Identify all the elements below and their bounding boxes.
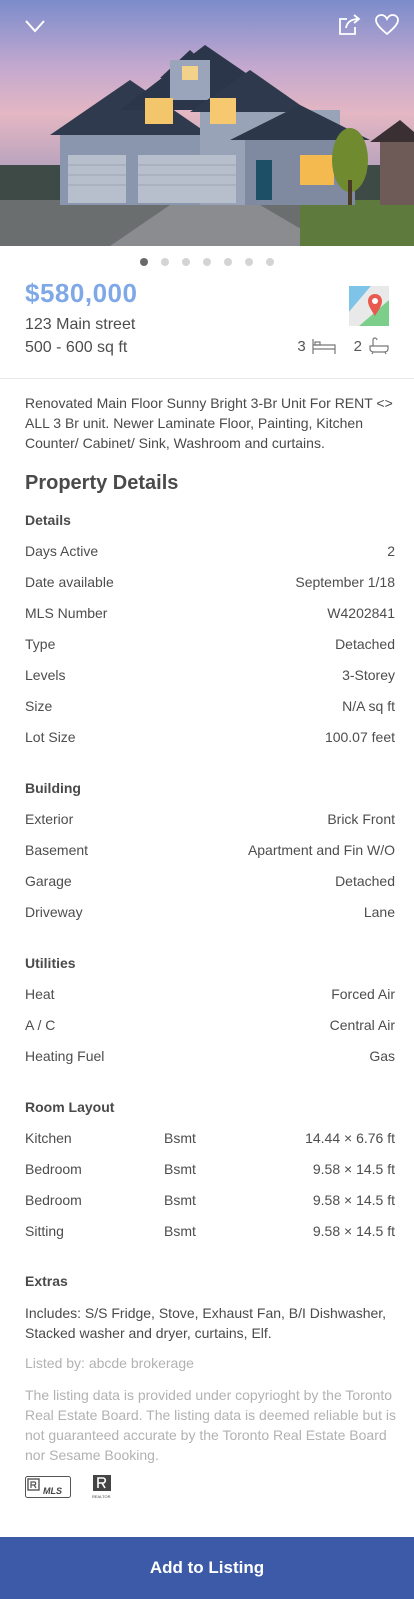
detail-row: Date available September 1/18 <box>25 574 395 594</box>
detail-value: Forced Air <box>331 986 395 1002</box>
listing-disclaimer: The listing data is provided under copyr… <box>25 1387 396 1463</box>
group-title-room-layout: Room Layout <box>25 1099 115 1115</box>
logos: MLS REALTOR <box>25 1474 113 1505</box>
detail-row: Driveway Lane <box>25 904 395 924</box>
detail-label: Driveway <box>25 904 83 920</box>
group-title-details: Details <box>25 512 71 528</box>
map-pin-icon[interactable] <box>349 286 389 326</box>
chevron-down-icon[interactable] <box>22 12 48 38</box>
detail-label: Type <box>25 636 56 652</box>
detail-value: 3-Storey <box>342 667 395 683</box>
detail-value: Gas <box>369 1048 395 1064</box>
detail-value: W4202841 <box>327 605 395 621</box>
realtor-logo-icon: REALTOR <box>91 1474 113 1505</box>
section-title-property-details: Property Details <box>25 472 179 494</box>
listing-price: $580,000 <box>25 278 138 308</box>
carousel-dot[interactable] <box>224 258 232 266</box>
room-row: Sitting Bsmt 9.58 × 14.5 ft <box>25 1223 395 1243</box>
detail-value: Detached <box>335 636 395 652</box>
carousel-dot[interactable] <box>266 258 274 266</box>
detail-label: A / C <box>25 1017 56 1033</box>
detail-label: Basement <box>25 842 89 858</box>
carousel-dot[interactable] <box>245 258 253 266</box>
listing-description: Renovated Main Floor Sunny Bright 3-Br U… <box>25 395 393 451</box>
detail-value: N/A sq ft <box>342 698 395 714</box>
extras-text: Includes: S/S Fridge, Stove, Exhaust Fan… <box>25 1305 387 1341</box>
detail-value: 100.07 feet <box>324 729 395 745</box>
group-title-utilities: Utilities <box>25 955 76 971</box>
group-title-extras: Extras <box>25 1273 68 1289</box>
room-name: Kitchen <box>25 1130 72 1146</box>
detail-value: September 1/18 <box>295 574 395 590</box>
detail-row: A / C Central Air <box>25 1017 395 1037</box>
detail-value: Lane <box>363 904 395 920</box>
listing-address: 123 Main street <box>25 316 136 333</box>
listing-size: 500 - 600 sq ft <box>25 339 128 356</box>
detail-label: Size <box>25 698 53 714</box>
detail-label: Days Active <box>25 543 99 559</box>
detail-label: Heating Fuel <box>25 1048 105 1064</box>
detail-row: Basement Apartment and Fin W/O <box>25 842 395 862</box>
room-level: Bsmt <box>164 1223 196 1239</box>
room-dimensions: 9.58 × 14.5 ft <box>312 1223 395 1239</box>
property-photo-carousel[interactable] <box>0 0 414 246</box>
room-level: Bsmt <box>164 1192 196 1208</box>
heart-icon[interactable] <box>374 12 400 38</box>
room-dimensions: 14.44 × 6.76 ft <box>305 1130 395 1146</box>
bathtub-icon <box>368 337 390 355</box>
detail-row: Garage Detached <box>25 873 395 893</box>
room-level: Bsmt <box>164 1130 196 1146</box>
baths-count: 2 <box>353 337 362 355</box>
svg-text:MLS: MLS <box>43 1486 62 1496</box>
carousel-pagination[interactable] <box>0 258 414 268</box>
listed-by: Listed by: abcde brokerage <box>25 1355 194 1371</box>
detail-row: Size N/A sq ft <box>25 698 395 718</box>
detail-row: Heating Fuel Gas <box>25 1048 395 1068</box>
detail-label: Heat <box>25 986 55 1002</box>
group-title-building: Building <box>25 780 81 796</box>
room-level: Bsmt <box>164 1161 196 1177</box>
divider <box>0 378 414 379</box>
detail-label: MLS Number <box>25 605 108 621</box>
detail-value: Apartment and Fin W/O <box>247 842 395 858</box>
room-dimensions: 9.58 × 14.5 ft <box>312 1161 395 1177</box>
room-row: Bedroom Bsmt 9.58 × 14.5 ft <box>25 1161 395 1181</box>
detail-row: Type Detached <box>25 636 395 656</box>
detail-label: Date available <box>25 574 114 590</box>
carousel-dot[interactable] <box>182 258 190 266</box>
bed-icon <box>312 337 336 355</box>
carousel-dot[interactable] <box>140 258 148 266</box>
detail-value: Brick Front <box>327 811 395 827</box>
detail-row: Levels 3-Storey <box>25 667 395 687</box>
room-name: Bedroom <box>25 1192 82 1208</box>
room-name: Bedroom <box>25 1161 82 1177</box>
mls-logo-icon: MLS <box>25 1476 71 1503</box>
detail-label: Lot Size <box>25 729 76 745</box>
room-dimensions: 9.58 × 14.5 ft <box>312 1192 395 1208</box>
detail-row: Exterior Brick Front <box>25 811 395 831</box>
detail-value: Detached <box>335 873 395 889</box>
detail-row: Heat Forced Air <box>25 986 395 1006</box>
carousel-dot[interactable] <box>161 258 169 266</box>
add-to-listing-button[interactable]: Add to Listing <box>0 1537 414 1599</box>
detail-value: Central Air <box>329 1017 395 1033</box>
share-icon[interactable] <box>337 12 363 38</box>
room-row: Bedroom Bsmt 9.58 × 14.5 ft <box>25 1192 395 1212</box>
detail-row: Days Active 2 <box>25 543 395 563</box>
svg-text:REALTOR: REALTOR <box>92 1494 111 1499</box>
carousel-dot[interactable] <box>203 258 211 266</box>
detail-row: Lot Size 100.07 feet <box>25 729 395 749</box>
room-row: Kitchen Bsmt 14.44 × 6.76 ft <box>25 1130 395 1150</box>
detail-label: Levels <box>25 667 66 683</box>
room-name: Sitting <box>25 1223 64 1239</box>
beds-count: 3 <box>297 337 306 355</box>
detail-label: Garage <box>25 873 72 889</box>
detail-value: 2 <box>387 543 395 559</box>
beds-baths: 3 2 <box>297 337 390 355</box>
detail-row: MLS Number W4202841 <box>25 605 395 625</box>
detail-label: Exterior <box>25 811 74 827</box>
